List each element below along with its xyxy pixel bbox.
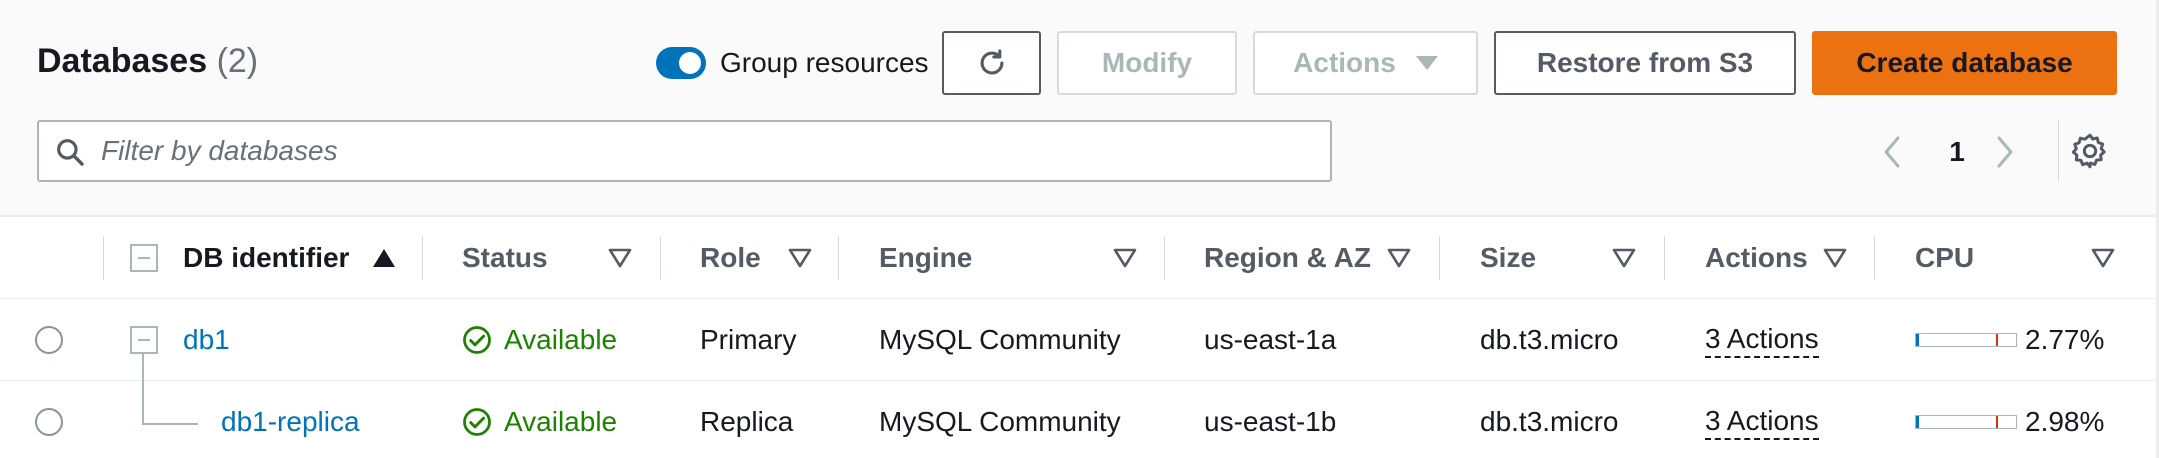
region-az-cell: us-east-1b bbox=[1204, 406, 1337, 437]
row-select-radio-db1[interactable] bbox=[35, 326, 63, 354]
db-identifier-link[interactable]: db1 bbox=[183, 320, 230, 360]
sort-caret-icon[interactable] bbox=[1386, 247, 1412, 269]
column-divider bbox=[422, 236, 423, 280]
size-cell: db.t3.micro bbox=[1480, 406, 1619, 437]
table-header-top-line bbox=[0, 216, 2159, 217]
column-header-status[interactable]: Status bbox=[462, 240, 548, 276]
sort-caret-icon[interactable] bbox=[1822, 247, 1848, 269]
sort-caret-icon[interactable] bbox=[787, 247, 813, 269]
cpu-bar-marker bbox=[1996, 416, 1998, 428]
gear-icon[interactable] bbox=[2070, 131, 2110, 171]
page-title: Databases (2) bbox=[37, 42, 258, 81]
row-divider bbox=[0, 380, 2159, 381]
pager-divider bbox=[2058, 120, 2059, 182]
region-az-cell: us-east-1a bbox=[1204, 324, 1337, 355]
search-icon bbox=[57, 139, 84, 166]
column-header-size[interactable]: Size bbox=[1480, 240, 1536, 276]
chevron-right-icon bbox=[1997, 136, 2013, 168]
role-cell: Primary bbox=[700, 324, 797, 355]
cpu-percent: 2.77% bbox=[2025, 324, 2105, 355]
databases-panel: Databases (2) Group resources Modify Act… bbox=[0, 0, 2159, 458]
column-divider bbox=[1439, 236, 1440, 280]
next-page-button[interactable] bbox=[1993, 130, 2033, 174]
restore-from-s3-button[interactable]: Restore from S3 bbox=[1494, 31, 1796, 95]
sort-caret-icon[interactable] bbox=[2090, 247, 2116, 269]
modify-button[interactable]: Modify bbox=[1057, 31, 1237, 95]
row-divider bbox=[0, 298, 2159, 299]
caret-down-icon bbox=[1415, 56, 1438, 70]
engine-cell: MySQL Community bbox=[879, 324, 1121, 355]
db-identifier-link[interactable]: db1-replica bbox=[221, 402, 360, 442]
cpu-bar-marker bbox=[1996, 334, 1998, 346]
group-resources-label: Group resources bbox=[720, 47, 929, 78]
sort-caret-icon[interactable] bbox=[1611, 247, 1637, 269]
column-divider bbox=[838, 236, 839, 280]
check-circle-icon bbox=[463, 326, 491, 354]
actions-popover-link[interactable]: 3 Actions bbox=[1705, 322, 1819, 358]
refresh-icon bbox=[980, 49, 1003, 75]
group-resources-toggle[interactable] bbox=[656, 47, 706, 79]
column-divider bbox=[1874, 236, 1875, 280]
size-cell: db.t3.micro bbox=[1480, 324, 1619, 355]
status-text: Available bbox=[504, 324, 618, 355]
refresh-button[interactable] bbox=[942, 31, 1041, 95]
actions-popover-link[interactable]: 3 Actions bbox=[1705, 404, 1819, 440]
role-cell: Replica bbox=[700, 406, 794, 437]
check-circle-icon bbox=[463, 408, 491, 436]
previous-page-button[interactable] bbox=[1880, 130, 1920, 174]
tree-connector-line bbox=[142, 423, 198, 425]
collapse-all-toggle[interactable] bbox=[130, 244, 158, 272]
column-divider bbox=[1164, 236, 1165, 280]
column-header-cpu[interactable]: CPU bbox=[1915, 240, 1974, 276]
cpu-utilization-bar bbox=[1915, 415, 2017, 429]
engine-cell: MySQL Community bbox=[879, 406, 1121, 437]
cpu-utilization-bar bbox=[1915, 333, 2017, 347]
page-title-text: Databases bbox=[37, 42, 208, 80]
row-collapse-toggle-db1[interactable] bbox=[130, 326, 158, 354]
cpu-bar-fill bbox=[1916, 416, 1919, 428]
row-select-radio-db1-replica[interactable] bbox=[35, 408, 63, 436]
column-divider bbox=[1664, 236, 1665, 280]
filter-box bbox=[37, 120, 1332, 182]
column-header-role[interactable]: Role bbox=[700, 240, 761, 276]
current-page-number[interactable]: 1 bbox=[1940, 130, 1974, 174]
column-header-actions[interactable]: Actions bbox=[1705, 240, 1808, 276]
actions-cell: 3 Actions bbox=[1705, 402, 1819, 442]
column-header-engine[interactable]: Engine bbox=[879, 240, 972, 276]
filter-input[interactable] bbox=[101, 130, 1301, 172]
actions-cell: 3 Actions bbox=[1705, 320, 1819, 360]
create-database-button[interactable]: Create database bbox=[1812, 31, 2117, 95]
database-count: (2) bbox=[216, 42, 259, 80]
tree-connector-line bbox=[142, 354, 144, 424]
actions-dropdown-button[interactable]: Actions bbox=[1253, 31, 1478, 95]
column-header-region-az[interactable]: Region & AZ bbox=[1204, 240, 1371, 276]
status-text: Available bbox=[504, 406, 618, 437]
column-header-db-identifier[interactable]: DB identifier bbox=[183, 240, 349, 276]
chevron-left-icon bbox=[1884, 136, 1900, 168]
status-cell: Available bbox=[462, 402, 617, 442]
cpu-bar-fill bbox=[1916, 334, 1919, 346]
column-divider bbox=[660, 236, 661, 280]
actions-dropdown-label: Actions bbox=[1293, 47, 1396, 78]
sort-caret-icon[interactable] bbox=[607, 247, 633, 269]
cpu-percent: 2.98% bbox=[2025, 406, 2105, 437]
sort-caret-icon[interactable] bbox=[1112, 247, 1138, 269]
status-cell: Available bbox=[462, 320, 617, 360]
column-divider bbox=[103, 236, 104, 280]
sort-ascending-icon[interactable] bbox=[371, 247, 397, 269]
